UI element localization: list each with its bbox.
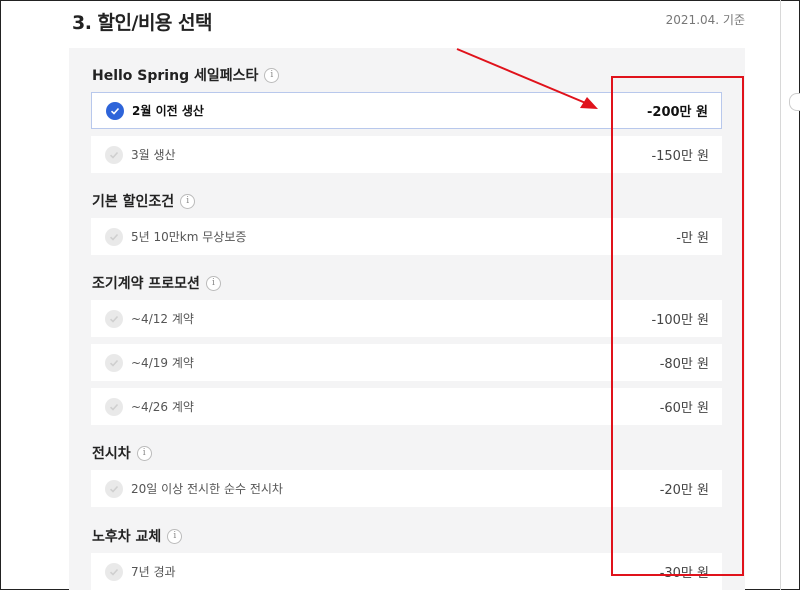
scroll-handle[interactable] bbox=[789, 93, 800, 111]
check-icon bbox=[105, 397, 123, 416]
sidebar-divider bbox=[780, 0, 781, 590]
option-label: 2월 이전 생산 bbox=[132, 104, 204, 118]
option-value: -80만 원 bbox=[659, 357, 709, 372]
info-icon[interactable]: i bbox=[136, 445, 152, 461]
option-contract-0412[interactable]: ~4/12 계약 -100만 원 bbox=[91, 300, 722, 337]
check-icon bbox=[105, 479, 123, 498]
option-label: ~4/19 계약 bbox=[131, 356, 194, 370]
option-display-car[interactable]: 20일 이상 전시한 순수 전시차 -20만 원 bbox=[91, 470, 722, 507]
section-title-old-car: 노후차 교체 i bbox=[92, 526, 183, 546]
option-label: 7년 경과 bbox=[131, 565, 176, 579]
option-label: ~4/12 계약 bbox=[131, 312, 194, 326]
option-seven-years[interactable]: 7년 경과 -30만 원 bbox=[91, 553, 722, 590]
option-value: -30만 원 bbox=[659, 566, 709, 581]
option-warranty[interactable]: 5년 10만km 무상보증 -만 원 bbox=[91, 218, 722, 255]
option-value: -100만 원 bbox=[651, 313, 709, 328]
option-label: 20일 이상 전시한 순수 전시차 bbox=[131, 482, 283, 496]
option-value: -200만 원 bbox=[647, 105, 708, 120]
section-title-label: 조기계약 프로모션 bbox=[92, 276, 200, 292]
section-title-display-car: 전시차 i bbox=[92, 443, 152, 463]
section-title-sale-festa: Hello Spring 세일페스타 i bbox=[92, 65, 280, 85]
reference-date: 2021.04. 기준 bbox=[665, 13, 745, 27]
option-label: ~4/26 계약 bbox=[131, 400, 194, 414]
section-title-early-contract: 조기계약 프로모션 i bbox=[92, 273, 221, 293]
check-icon bbox=[105, 353, 123, 372]
check-icon bbox=[105, 562, 123, 581]
check-icon bbox=[105, 309, 123, 328]
option-contract-0426[interactable]: ~4/26 계약 -60만 원 bbox=[91, 388, 722, 425]
section-title-label: Hello Spring 세일페스타 bbox=[92, 68, 259, 84]
option-label: 5년 10만km 무상보증 bbox=[131, 230, 247, 244]
section-title-label: 기본 할인조건 bbox=[92, 194, 175, 210]
check-icon bbox=[106, 101, 124, 120]
info-icon[interactable]: i bbox=[167, 528, 183, 544]
section-title-label: 전시차 bbox=[92, 446, 131, 462]
check-icon bbox=[105, 145, 123, 164]
option-value: -60만 원 bbox=[659, 401, 709, 416]
option-value: -20만 원 bbox=[659, 483, 709, 498]
section-title-basic-discount: 기본 할인조건 i bbox=[92, 191, 196, 211]
option-value: -만 원 bbox=[676, 231, 709, 246]
info-icon[interactable]: i bbox=[205, 275, 221, 291]
section-title-label: 노후차 교체 bbox=[92, 529, 162, 545]
option-contract-0419[interactable]: ~4/19 계약 -80만 원 bbox=[91, 344, 722, 381]
option-mar-production[interactable]: 3월 생산 -150만 원 bbox=[91, 136, 722, 173]
option-value: -150만 원 bbox=[651, 149, 709, 164]
option-feb-production[interactable]: 2월 이전 생산 -200만 원 bbox=[91, 92, 722, 129]
option-label: 3월 생산 bbox=[131, 148, 176, 162]
page-title: 3. 할인/비용 선택 bbox=[72, 12, 213, 34]
check-icon bbox=[105, 227, 123, 246]
info-icon[interactable]: i bbox=[264, 67, 280, 83]
info-icon[interactable]: i bbox=[180, 193, 196, 209]
